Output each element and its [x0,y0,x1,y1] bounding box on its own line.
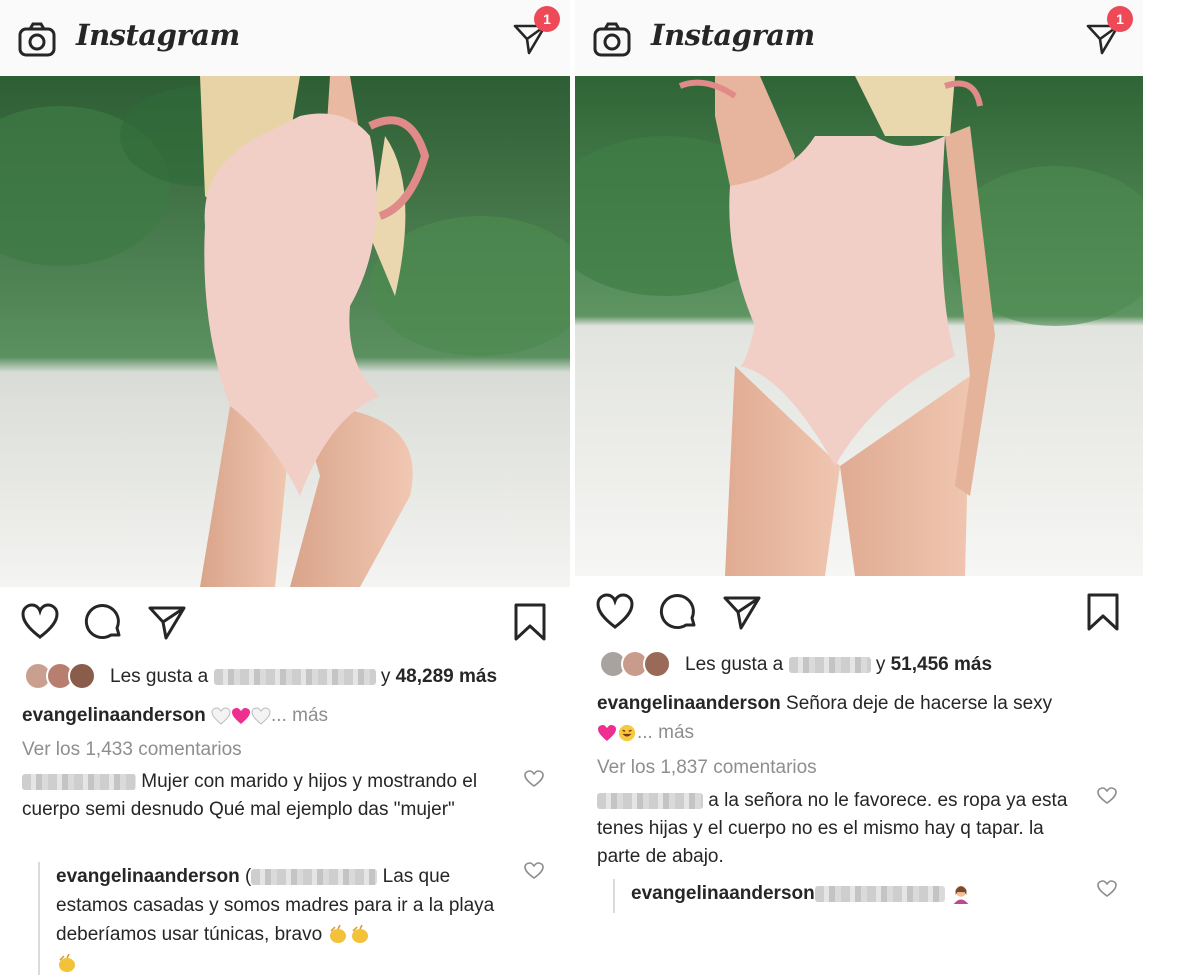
comment: Mujer con marido y hijos y mostrando el … [22,768,510,824]
reply: evangelinaanderson ( Las que estamos cas… [38,862,510,975]
instagram-post-right: Instagram 1 Les gusta a y 51,456 más eva… [575,0,1143,975]
likes-count[interactable]: 51,456 más [891,654,992,675]
blurred-username [22,773,136,790]
avatar [643,650,671,678]
app-header: Instagram 1 [575,0,1143,76]
view-comments-link[interactable]: Ver los 1,433 comentarios [22,739,242,761]
caption-more[interactable]: ... más [637,722,694,743]
liker-avatars[interactable] [24,662,100,692]
likes-connector: y [875,654,886,675]
reply-username[interactable]: evangelinaanderson [631,883,815,904]
bookmark-icon[interactable] [1085,592,1121,632]
caption-text: Señora deje de hacerse la sexy [786,693,1053,714]
comment-icon[interactable] [83,602,123,642]
blurred-username [213,668,376,685]
clapping-hands-icon [59,953,75,972]
reply-like-icon[interactable] [524,862,544,880]
comment-like-icon[interactable] [1097,787,1117,805]
likes-count[interactable]: 48,289 más [396,666,497,687]
instagram-logo: Instagram [651,18,815,52]
app-header: Instagram 1 [0,0,570,76]
share-icon[interactable] [147,602,187,642]
blurred-username [788,656,871,673]
clapping-hands-icon [352,924,369,943]
likes-connector: y [380,666,391,687]
likes-row: Les gusta a y 51,456 más [599,650,1133,682]
reply-like-icon[interactable] [1097,880,1117,898]
pink-heart-icon [598,724,616,741]
heart-icon[interactable] [20,602,60,642]
post-actions [0,594,570,654]
likes-prefix: Les gusta a [110,666,209,687]
comment: a la señora no le favorece. es ropa ya e… [597,787,1083,871]
blurred-username [597,792,703,809]
swimsuit-photo [575,76,1143,576]
comment-like-icon[interactable] [524,770,544,788]
instagram-logo: Instagram [76,18,240,52]
caption: evangelinaanderson Señora deje de hacers… [597,689,1127,747]
post-actions [575,584,1143,644]
comment-icon[interactable] [658,592,698,632]
bookmark-icon[interactable] [512,602,548,642]
reply-username[interactable]: evangelinaanderson [56,866,240,887]
likes-prefix: Les gusta a [685,654,784,675]
view-comments-link[interactable]: Ver los 1,837 comentarios [597,757,817,779]
notification-badge: 1 [1107,6,1133,32]
caption-more[interactable]: ... más [271,705,328,726]
caption-username[interactable]: evangelinaanderson [597,693,781,714]
laughing-face-icon [618,724,636,742]
post-photo[interactable] [575,76,1143,576]
liker-avatars[interactable] [599,650,675,680]
camera-icon[interactable] [18,22,56,58]
blurred-username [251,868,378,885]
blurred-username [814,885,945,902]
avatar [68,662,96,690]
share-icon[interactable] [722,592,762,632]
woman-shrugging-icon [953,885,969,904]
reply: evangelinaanderson [613,879,1083,913]
white-heart-icon [211,707,231,725]
notification-badge: 1 [534,6,560,32]
instagram-post-left: Instagram 1 Les gusta a y 48,289 más eva… [0,0,570,975]
likes-row: Les gusta a y 48,289 más [24,662,560,694]
white-heart-icon [251,707,271,725]
caption-username[interactable]: evangelinaanderson [22,705,206,726]
pink-heart-icon [232,707,251,724]
caption: evangelinaanderson ... más [22,701,554,730]
heart-icon[interactable] [595,592,635,632]
post-photo[interactable] [0,76,570,587]
clapping-hands-icon [330,924,347,943]
camera-icon[interactable] [593,22,631,58]
swimsuit-photo [0,76,570,587]
